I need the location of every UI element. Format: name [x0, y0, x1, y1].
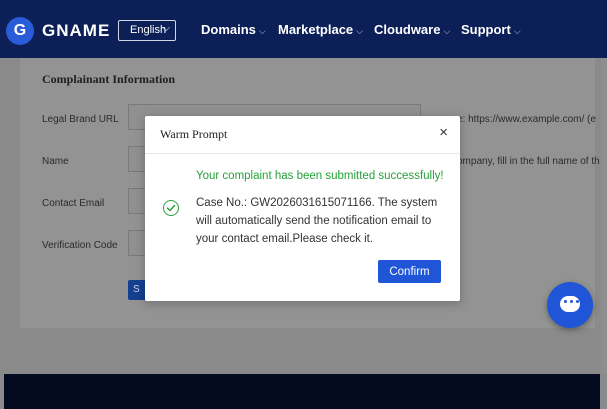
chevron-down-icon: ⌵: [513, 26, 521, 36]
close-icon[interactable]: ×: [439, 124, 448, 141]
page-footer: [4, 374, 600, 409]
chevron-down-icon: ⌵: [356, 26, 363, 36]
success-message: Your complaint has been submitted succes…: [196, 170, 444, 182]
chevron-down-icon: ⌵: [258, 26, 266, 36]
language-value: English: [130, 24, 167, 36]
scrollbar[interactable]: [601, 58, 607, 374]
nav-item-marketplace[interactable]: Marketplace ⌵: [278, 22, 363, 37]
field-label-brand-url: Legal Brand URL: [42, 114, 119, 125]
chat-icon: [560, 296, 580, 312]
brand-logo[interactable]: G GNAME: [6, 17, 110, 45]
case-details-message: Case No.: GW2026031615071166. The system…: [196, 197, 438, 245]
chat-button[interactable]: [547, 282, 593, 328]
top-navigation-bar: G GNAME English ⌵ Domains ⌵ Marketplace ⌵ …: [0, 0, 607, 58]
nav-item-domains[interactable]: Domains ⌵: [201, 22, 266, 37]
logo-icon: G: [6, 17, 34, 45]
dialog-divider: [145, 153, 460, 154]
chevron-down-icon: ⌵: [162, 23, 170, 34]
field-label-verification: Verification Code: [42, 240, 118, 251]
brand-url-hint: e: https://www.example.com/ (e: [457, 114, 596, 125]
language-select[interactable]: English ⌵: [118, 20, 176, 41]
confirm-button[interactable]: Confirm: [378, 260, 441, 283]
nav-item-cloudware[interactable]: Cloudware ⌵: [374, 22, 450, 37]
field-label-name: Name: [42, 156, 69, 167]
check-circle-icon: [163, 200, 179, 216]
logo-text: GNAME: [42, 21, 111, 40]
warm-prompt-dialog: Warm Prompt × Your complaint has been su…: [145, 116, 460, 301]
section-title: Complainant Information: [42, 72, 176, 86]
nav-item-support[interactable]: Support ⌵: [461, 22, 521, 37]
chevron-down-icon: ⌵: [443, 26, 451, 36]
name-hint: ompany, fill in the full name of th: [457, 156, 600, 167]
dialog-title: Warm Prompt: [160, 127, 228, 141]
field-label-email: Contact Email: [42, 198, 105, 209]
